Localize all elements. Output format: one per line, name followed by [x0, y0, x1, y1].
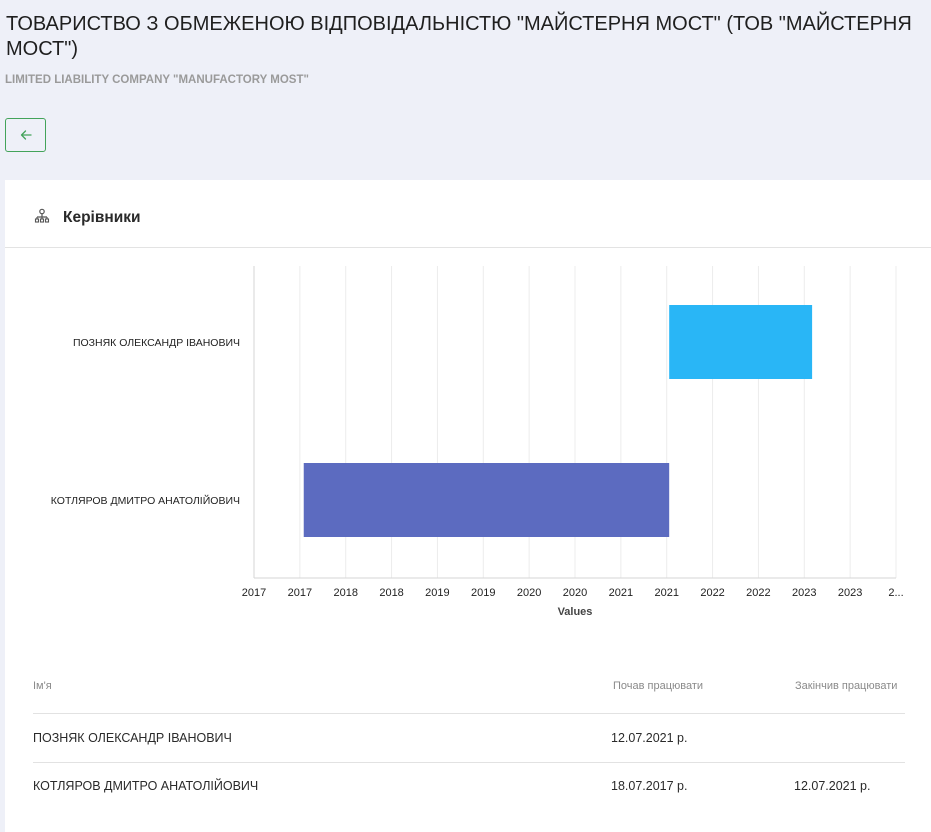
managers-timeline-chart: 2017 2017 2018 2018 2019 2019 2020 2020 2021 2021… [5, 248, 931, 648]
y-category-label: ПОЗНЯК ОЛЕКСАНДР ІВАНОВИЧ [73, 337, 240, 349]
timeline-chart-svg: 2017 2017 2018 2018 2019 2019 2020 2020 2021 2021… [51, 266, 904, 618]
x-tick-label: 2023 [838, 587, 862, 599]
y-category-label: КОТЛЯРОВ ДМИТРО АНАТОЛІЙОВИЧ [51, 494, 240, 507]
x-axis-title: Values [558, 606, 593, 618]
row-name: КОТЛЯРОВ ДМИТРО АНАТОЛІЙОВИЧ [33, 779, 259, 793]
managers-card: Керівники 2017 2017 2018 2018 2019 2019 2020 20… [5, 180, 931, 832]
x-tick-label: 2022 [746, 587, 770, 599]
x-tick-label: 2017 [288, 587, 312, 599]
timeline-bar [669, 305, 813, 379]
x-tick-label: 2019 [425, 587, 449, 599]
row-name: ПОЗНЯК ОЛЕКСАНДР ІВАНОВИЧ [33, 731, 232, 745]
x-tick-label: 2022 [700, 587, 724, 599]
back-button[interactable] [5, 118, 46, 152]
timeline-bar [303, 463, 670, 537]
org-structure-icon [34, 208, 50, 223]
x-tick-label: 2018 [333, 587, 357, 599]
row-start-date: 12.07.2021 р. [611, 731, 688, 745]
x-tick-label: 2021 [654, 587, 678, 599]
arrow-left-icon [20, 130, 32, 140]
x-tick-label: 2021 [609, 587, 633, 599]
card-header: Керівники [5, 180, 931, 248]
table-header-name: Ім'я [33, 680, 52, 692]
page-subtitle: LIMITED LIABILITY COMPANY "MANUFACTORY M… [5, 74, 309, 86]
table-header-start: Почав працювати [613, 680, 704, 692]
table-row-divider [33, 762, 905, 763]
table-header-divider [33, 713, 905, 714]
x-tick-label: 2019 [471, 587, 495, 599]
page-title: ТОВАРИСТВО З ОБМЕЖЕНОЮ ВІДПОВІДАЛЬНІСТЮ … [6, 13, 912, 60]
table-header-end: Закінчив працювати [795, 680, 898, 692]
x-tick-label: 2017 [242, 587, 266, 599]
x-tick-label: 2020 [517, 587, 541, 599]
row-start-date: 18.07.2017 р. [611, 779, 688, 793]
row-end-date: 12.07.2021 р. [794, 779, 871, 793]
x-tick-label: 2020 [563, 587, 587, 599]
section-title: Керівники [63, 209, 141, 226]
x-tick-label: 2... [888, 587, 903, 599]
x-tick-label: 2023 [792, 587, 816, 599]
x-tick-label: 2018 [379, 587, 403, 599]
